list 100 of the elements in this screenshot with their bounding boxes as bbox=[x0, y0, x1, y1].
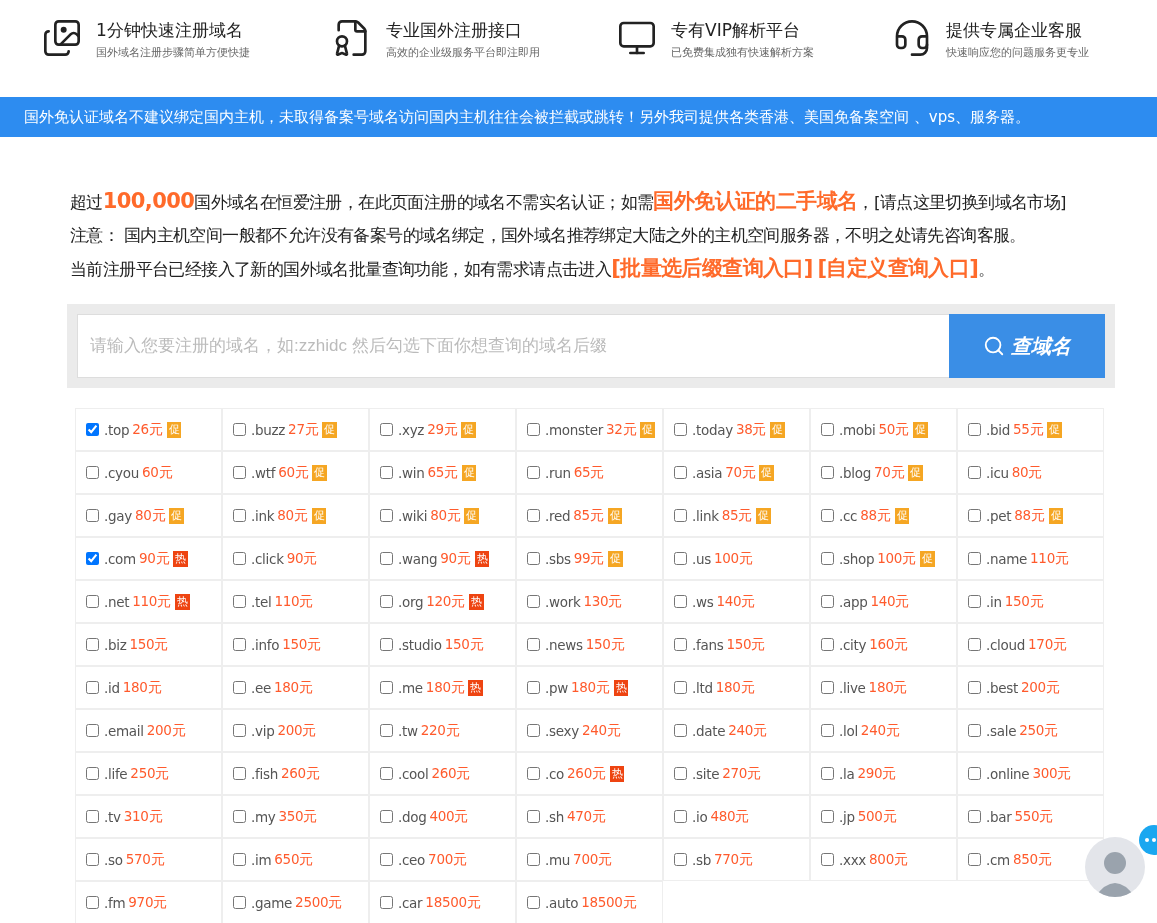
domain-checkbox[interactable] bbox=[674, 767, 687, 780]
domain-checkbox[interactable] bbox=[527, 423, 540, 436]
domain-checkbox[interactable] bbox=[233, 423, 246, 436]
domain-price: 88元 bbox=[860, 506, 891, 525]
domain-checkbox[interactable] bbox=[233, 552, 246, 565]
domain-checkbox[interactable] bbox=[821, 853, 834, 866]
domain-checkbox[interactable] bbox=[527, 509, 540, 522]
domain-price: 65元 bbox=[573, 463, 605, 482]
domain-checkbox[interactable] bbox=[821, 724, 834, 737]
domain-checkbox[interactable] bbox=[674, 853, 687, 866]
support-avatar[interactable] bbox=[1085, 837, 1145, 897]
domain-checkbox[interactable] bbox=[233, 767, 246, 780]
domain-checkbox[interactable] bbox=[380, 552, 393, 565]
domain-checkbox[interactable] bbox=[821, 509, 834, 522]
domain-checkbox[interactable] bbox=[86, 896, 99, 909]
domain-checkbox[interactable] bbox=[380, 810, 393, 823]
domain-checkbox[interactable] bbox=[968, 595, 981, 608]
domain-checkbox[interactable] bbox=[968, 810, 981, 823]
domain-checkbox[interactable] bbox=[674, 466, 687, 479]
search-button[interactable]: 查域名 bbox=[949, 314, 1105, 378]
domain-checkbox[interactable] bbox=[86, 509, 99, 522]
domain-checkbox[interactable] bbox=[380, 724, 393, 737]
domain-checkbox[interactable] bbox=[233, 853, 246, 866]
domain-name: .ink bbox=[251, 507, 275, 524]
domain-checkbox[interactable] bbox=[821, 810, 834, 823]
domain-checkbox[interactable] bbox=[86, 595, 99, 608]
domain-checkbox[interactable] bbox=[674, 724, 687, 737]
domain-checkbox[interactable] bbox=[86, 853, 99, 866]
domain-name: .dog bbox=[398, 808, 427, 825]
domain-checkbox[interactable] bbox=[527, 853, 540, 866]
domain-checkbox[interactable] bbox=[233, 896, 246, 909]
domain-checkbox[interactable] bbox=[527, 681, 540, 694]
domain-checkbox[interactable] bbox=[527, 810, 540, 823]
domain-price: 110元 bbox=[132, 592, 171, 611]
domain-checkbox[interactable] bbox=[527, 767, 540, 780]
domain-checkbox[interactable] bbox=[527, 638, 540, 651]
domain-checkbox[interactable] bbox=[86, 552, 99, 565]
domain-checkbox[interactable] bbox=[86, 767, 99, 780]
promo-tag: 促 bbox=[912, 421, 928, 438]
domain-checkbox[interactable] bbox=[86, 638, 99, 651]
domain-checkbox[interactable] bbox=[821, 638, 834, 651]
domain-checkbox[interactable] bbox=[380, 595, 393, 608]
feature-title: 提供专属企业客服 bbox=[946, 19, 1083, 42]
domain-checkbox[interactable] bbox=[86, 466, 99, 479]
domain-checkbox[interactable] bbox=[380, 853, 393, 866]
domain-checkbox[interactable] bbox=[86, 423, 99, 436]
domain-name: .ceo bbox=[398, 851, 426, 868]
domain-checkbox[interactable] bbox=[86, 810, 99, 823]
domain-checkbox[interactable] bbox=[821, 767, 834, 780]
domain-checkbox[interactable] bbox=[674, 595, 687, 608]
promo-tag: 促 bbox=[908, 464, 923, 481]
domain-checkbox[interactable] bbox=[674, 810, 687, 823]
domain-name: .in bbox=[986, 593, 1002, 610]
domain-checkbox[interactable] bbox=[233, 810, 246, 823]
domain-checkbox[interactable] bbox=[233, 509, 246, 522]
search-field[interactable]: 请输入您要注册的域名，如:zzhidc 然后勾选下面你想查询的域名后缀 bbox=[77, 314, 949, 378]
domain-checkbox[interactable] bbox=[821, 466, 834, 479]
domain-checkbox[interactable] bbox=[86, 724, 99, 737]
domain-checkbox[interactable] bbox=[527, 466, 540, 479]
domain-checkbox[interactable] bbox=[968, 509, 981, 522]
domain-checkbox[interactable] bbox=[968, 466, 981, 479]
domain-checkbox[interactable] bbox=[380, 638, 393, 651]
domain-checkbox[interactable] bbox=[527, 595, 540, 608]
domain-checkbox[interactable] bbox=[380, 896, 393, 909]
domain-checkbox[interactable] bbox=[233, 638, 246, 651]
domain-checkbox[interactable] bbox=[821, 423, 834, 436]
domain-checkbox[interactable] bbox=[380, 509, 393, 522]
domain-checkbox[interactable] bbox=[821, 552, 834, 565]
domain-checkbox[interactable] bbox=[233, 681, 246, 694]
domain-checkbox[interactable] bbox=[233, 724, 246, 737]
domain-checkbox[interactable] bbox=[380, 681, 393, 694]
domain-checkbox[interactable] bbox=[674, 423, 687, 436]
domain-price: 80元 bbox=[430, 506, 461, 525]
domain-checkbox[interactable] bbox=[86, 681, 99, 694]
domain-checkbox[interactable] bbox=[821, 595, 834, 608]
domain-checkbox[interactable] bbox=[380, 423, 393, 436]
domain-checkbox[interactable] bbox=[674, 638, 687, 651]
domain-checkbox[interactable] bbox=[968, 681, 981, 694]
domain-checkbox[interactable] bbox=[380, 466, 393, 479]
domain-checkbox[interactable] bbox=[968, 853, 981, 866]
domain-checkbox[interactable] bbox=[527, 896, 540, 909]
picture-icon bbox=[42, 18, 82, 58]
domain-checkbox[interactable] bbox=[968, 638, 981, 651]
domain-name: .tel bbox=[251, 593, 272, 610]
domain-checkbox[interactable] bbox=[674, 681, 687, 694]
domain-checkbox[interactable] bbox=[821, 681, 834, 694]
domain-checkbox[interactable] bbox=[674, 552, 687, 565]
domain-checkbox[interactable] bbox=[527, 724, 540, 737]
domain-checkbox[interactable] bbox=[380, 767, 393, 780]
domain-checkbox[interactable] bbox=[968, 423, 981, 436]
promo-tag: 促 bbox=[640, 421, 656, 438]
domain-checkbox[interactable] bbox=[968, 724, 981, 737]
domain-checkbox[interactable] bbox=[968, 552, 981, 565]
domain-checkbox[interactable] bbox=[527, 552, 540, 565]
promo-tag: 促 bbox=[461, 421, 477, 438]
domain-checkbox[interactable] bbox=[674, 509, 687, 522]
domain-name: .car bbox=[398, 894, 423, 911]
domain-checkbox[interactable] bbox=[233, 466, 246, 479]
domain-checkbox[interactable] bbox=[968, 767, 981, 780]
domain-checkbox[interactable] bbox=[233, 595, 246, 608]
